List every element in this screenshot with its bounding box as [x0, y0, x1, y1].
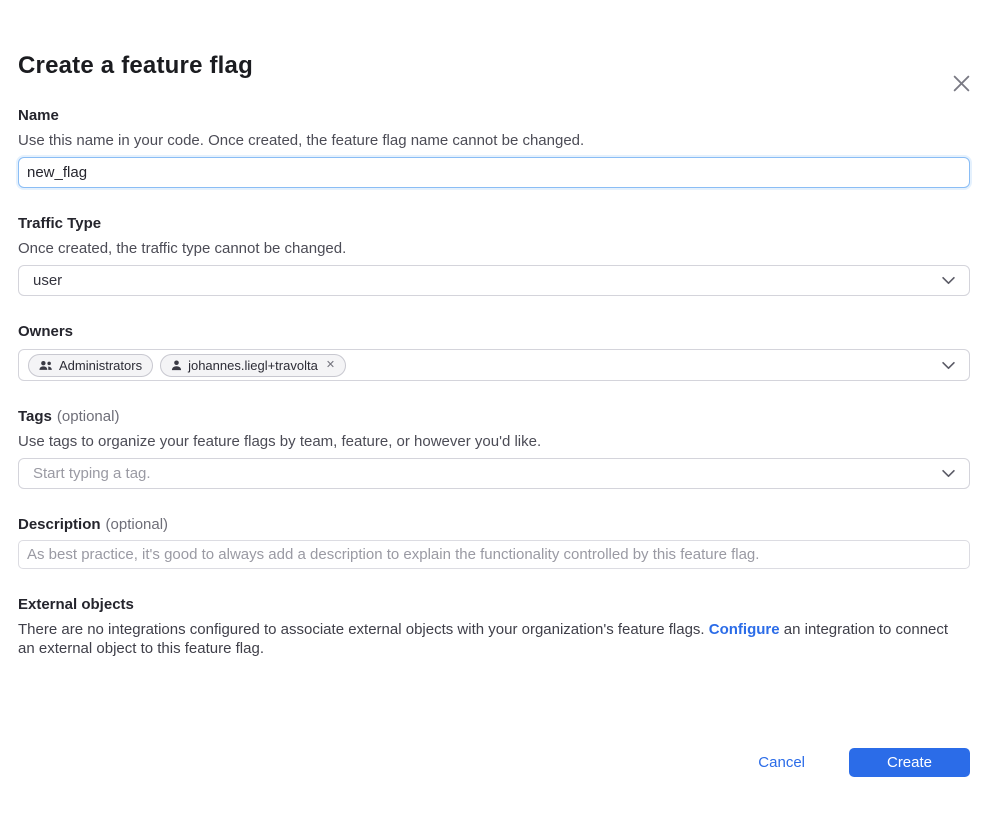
remove-owner-icon[interactable]: ✕ — [326, 360, 335, 371]
chevron-down-icon — [942, 361, 955, 370]
external-objects-text-before: There are no integrations configured to … — [18, 621, 709, 638]
tags-help-text: Use tags to organize your feature flags … — [18, 432, 970, 451]
tags-optional-label: (optional) — [57, 408, 120, 425]
name-section: Name Use this name in your code. Once cr… — [18, 107, 970, 188]
create-feature-flag-modal: Create a feature flag Name Use this name… — [0, 52, 988, 815]
name-help-text: Use this name in your code. Once created… — [18, 131, 970, 150]
name-input[interactable] — [18, 157, 970, 188]
external-objects-text: There are no integrations configured to … — [18, 620, 968, 658]
owner-chip-user[interactable]: johannes.liegl+travolta ✕ — [160, 354, 346, 377]
group-icon — [39, 360, 53, 371]
traffic-type-value: user — [33, 272, 62, 289]
owners-select[interactable]: Administrators johannes.liegl+travolta ✕ — [18, 349, 970, 381]
owner-chip-administrators[interactable]: Administrators — [28, 354, 153, 377]
person-icon — [171, 360, 182, 371]
external-objects-section: External objects There are no integratio… — [18, 596, 970, 658]
traffic-type-select[interactable]: user — [18, 265, 970, 296]
external-objects-label: External objects — [18, 596, 970, 613]
description-input[interactable] — [18, 540, 970, 569]
modal-title: Create a feature flag — [18, 52, 970, 80]
traffic-type-section: Traffic Type Once created, the traffic t… — [18, 215, 970, 296]
description-section: Description (optional) — [18, 516, 970, 569]
name-label: Name — [18, 107, 970, 124]
tags-section: Tags (optional) Use tags to organize you… — [18, 408, 970, 489]
description-optional-label: (optional) — [106, 516, 169, 533]
owners-label: Owners — [18, 323, 970, 340]
chevron-down-icon — [942, 469, 955, 478]
owners-section: Owners Administrators — [18, 323, 970, 381]
owner-chip-label: johannes.liegl+travolta — [188, 358, 318, 373]
configure-link[interactable]: Configure — [709, 621, 780, 638]
description-label: Description — [18, 516, 101, 533]
owner-chip-label: Administrators — [59, 358, 142, 373]
tags-label: Tags — [18, 408, 52, 425]
tags-select[interactable]: Start typing a tag. — [18, 458, 970, 489]
tags-placeholder: Start typing a tag. — [33, 465, 151, 482]
chevron-down-icon — [942, 276, 955, 285]
traffic-type-label: Traffic Type — [18, 215, 970, 232]
close-icon — [952, 74, 971, 93]
close-button[interactable] — [946, 68, 976, 98]
traffic-type-help-text: Once created, the traffic type cannot be… — [18, 239, 970, 258]
